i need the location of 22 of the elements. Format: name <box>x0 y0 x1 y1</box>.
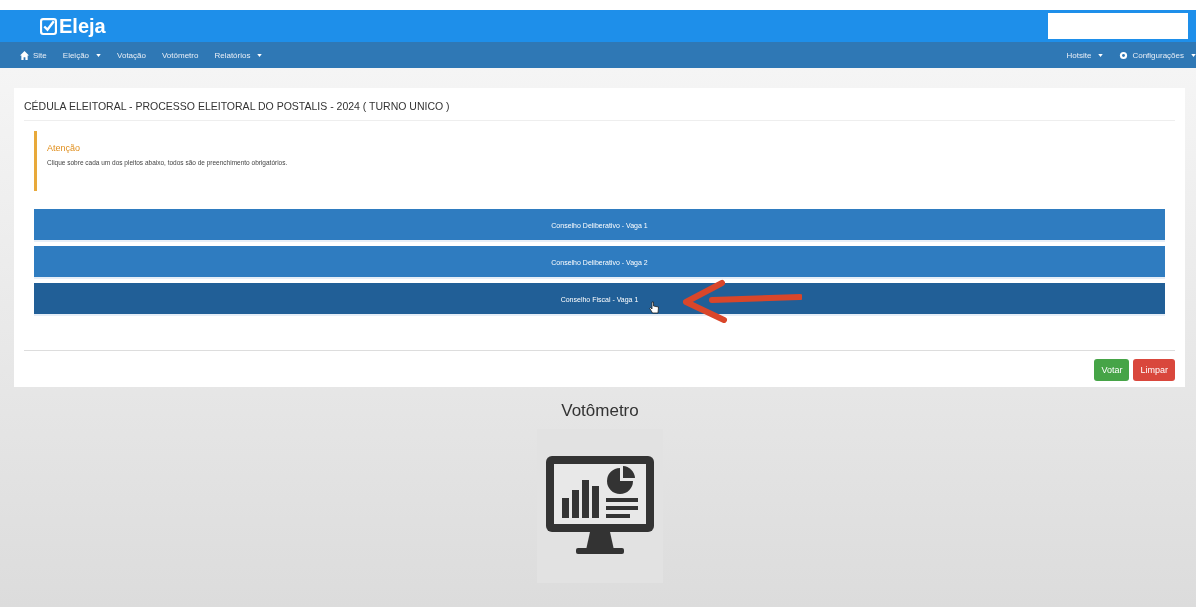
nav-link[interactable]: Votação <box>117 50 146 60</box>
nav-link[interactable]: Configurações <box>1119 50 1196 60</box>
caret-icon <box>1098 53 1104 57</box>
checkbox-icon <box>40 17 57 35</box>
gear-icon <box>1119 50 1129 60</box>
caret-icon <box>96 53 102 57</box>
action-button[interactable]: Limpar <box>1133 359 1175 381</box>
nav-link[interactable]: Eleição <box>62 50 102 60</box>
logo-text: Eleja <box>59 14 106 38</box>
alert-heading: Atenção <box>47 143 82 153</box>
home-icon <box>20 50 29 60</box>
caret-icon <box>1191 53 1196 57</box>
nav-link[interactable]: Hotsite <box>1066 50 1104 60</box>
nav-link[interactable]: Votômetro <box>161 50 199 60</box>
nav-link[interactable]: Site <box>20 50 47 60</box>
logo[interactable]: Eleja <box>40 14 106 38</box>
caret-icon <box>257 53 263 57</box>
panel-title: CÉDULA ELEITORAL - PROCESSO ELEITORAL DO POSTALIS - 2024 ( TURNO UNICO ) <box>24 96 1175 121</box>
action-button[interactable]: Votar <box>1094 359 1130 381</box>
section-heading: Votômetro <box>561 401 639 421</box>
hand-cursor-icon <box>649 301 659 314</box>
nav-link[interactable]: Relatórios <box>214 50 263 60</box>
